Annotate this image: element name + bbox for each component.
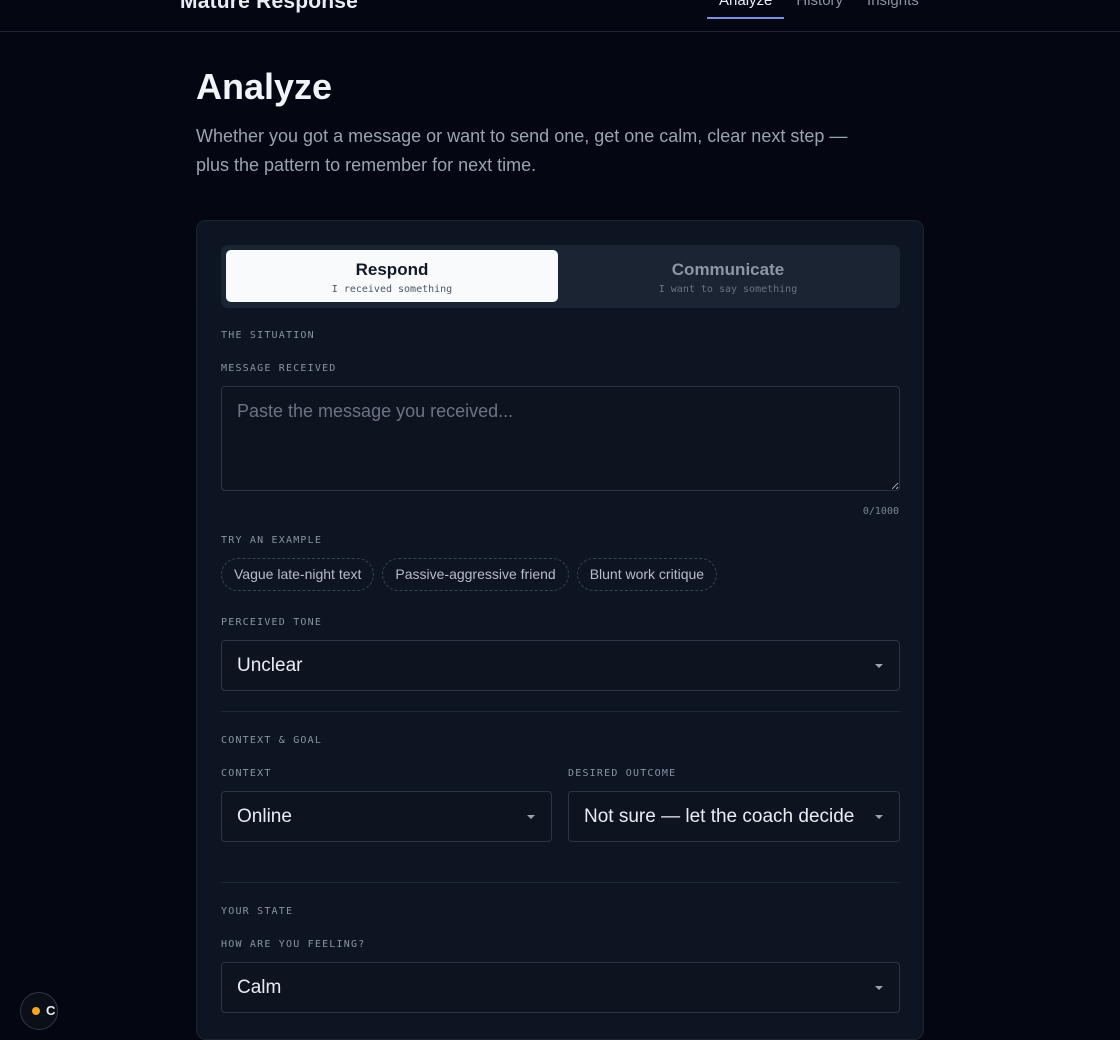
section-context-goal-label: CONTEXT & GOAL	[221, 735, 323, 746]
desired-outcome-select[interactable]: Not sure — let the coach decide	[568, 791, 900, 842]
page-description: Whether you got a message or want to sen…	[196, 126, 848, 175]
try-example-label: TRY AN EXAMPLE	[221, 535, 323, 546]
chevron-down-icon	[527, 815, 535, 819]
main-nav: Analyze History Insights	[707, 0, 931, 19]
feeling-label: HOW ARE YOU FEELING?	[221, 939, 366, 950]
brand-title[interactable]: Mature Response	[180, 0, 358, 14]
page-title: Analyze	[196, 66, 333, 107]
mode-communicate-subtitle: I want to say something	[658, 284, 798, 295]
chevron-down-icon	[875, 664, 883, 668]
top-bar: Mature Response Analyze History Insights	[0, 0, 1120, 32]
perceived-tone-value: Unclear	[237, 655, 303, 676]
mode-respond-button[interactable]: Respond I received something	[226, 250, 558, 302]
status-indicator-button[interactable]: C	[20, 992, 58, 1030]
example-chip-work-critique[interactable]: Blunt work critique	[576, 558, 718, 591]
status-dot-icon	[32, 1007, 40, 1015]
divider	[221, 882, 900, 883]
example-chip-passive-aggressive[interactable]: Passive-aggressive friend	[382, 558, 569, 591]
context-select[interactable]: Online	[221, 791, 552, 842]
nav-analyze[interactable]: Analyze	[707, 0, 785, 19]
example-chip-late-night[interactable]: Vague late-night text	[221, 558, 375, 591]
mode-communicate-title: Communicate	[671, 260, 785, 279]
section-situation-label: THE SITUATION	[221, 330, 315, 341]
mode-toggle: Respond I received something Communicate…	[221, 245, 900, 308]
divider	[221, 711, 900, 712]
nav-insights[interactable]: Insights	[855, 0, 931, 19]
desired-outcome-value: Not sure — let the coach decide	[584, 806, 855, 827]
desired-outcome-label: DESIRED OUTCOME	[568, 768, 677, 779]
mode-respond-subtitle: I received something	[331, 284, 453, 295]
perceived-tone-label: PERCEIVED TONE	[221, 617, 323, 628]
mode-communicate-button[interactable]: Communicate I want to say something	[562, 250, 894, 302]
chevron-down-icon	[875, 986, 883, 990]
perceived-tone-select[interactable]: Unclear	[221, 640, 900, 691]
context-value: Online	[237, 806, 292, 827]
message-received-label: MESSAGE RECEIVED	[221, 363, 337, 374]
character-counter: 0/1000	[862, 506, 899, 517]
mode-respond-title: Respond	[355, 260, 429, 279]
analyze-card: Respond I received something Communicate…	[196, 220, 924, 1040]
section-your-state-label: YOUR STATE	[221, 906, 294, 917]
feeling-select[interactable]: Calm	[221, 962, 900, 1013]
feeling-value: Calm	[237, 977, 282, 998]
chevron-down-icon	[875, 815, 883, 819]
message-received-input[interactable]	[221, 386, 900, 491]
example-chips: Vague late-night text Passive-aggressive…	[221, 558, 718, 591]
context-label: CONTEXT	[221, 768, 272, 779]
nav-history[interactable]: History	[784, 0, 855, 19]
